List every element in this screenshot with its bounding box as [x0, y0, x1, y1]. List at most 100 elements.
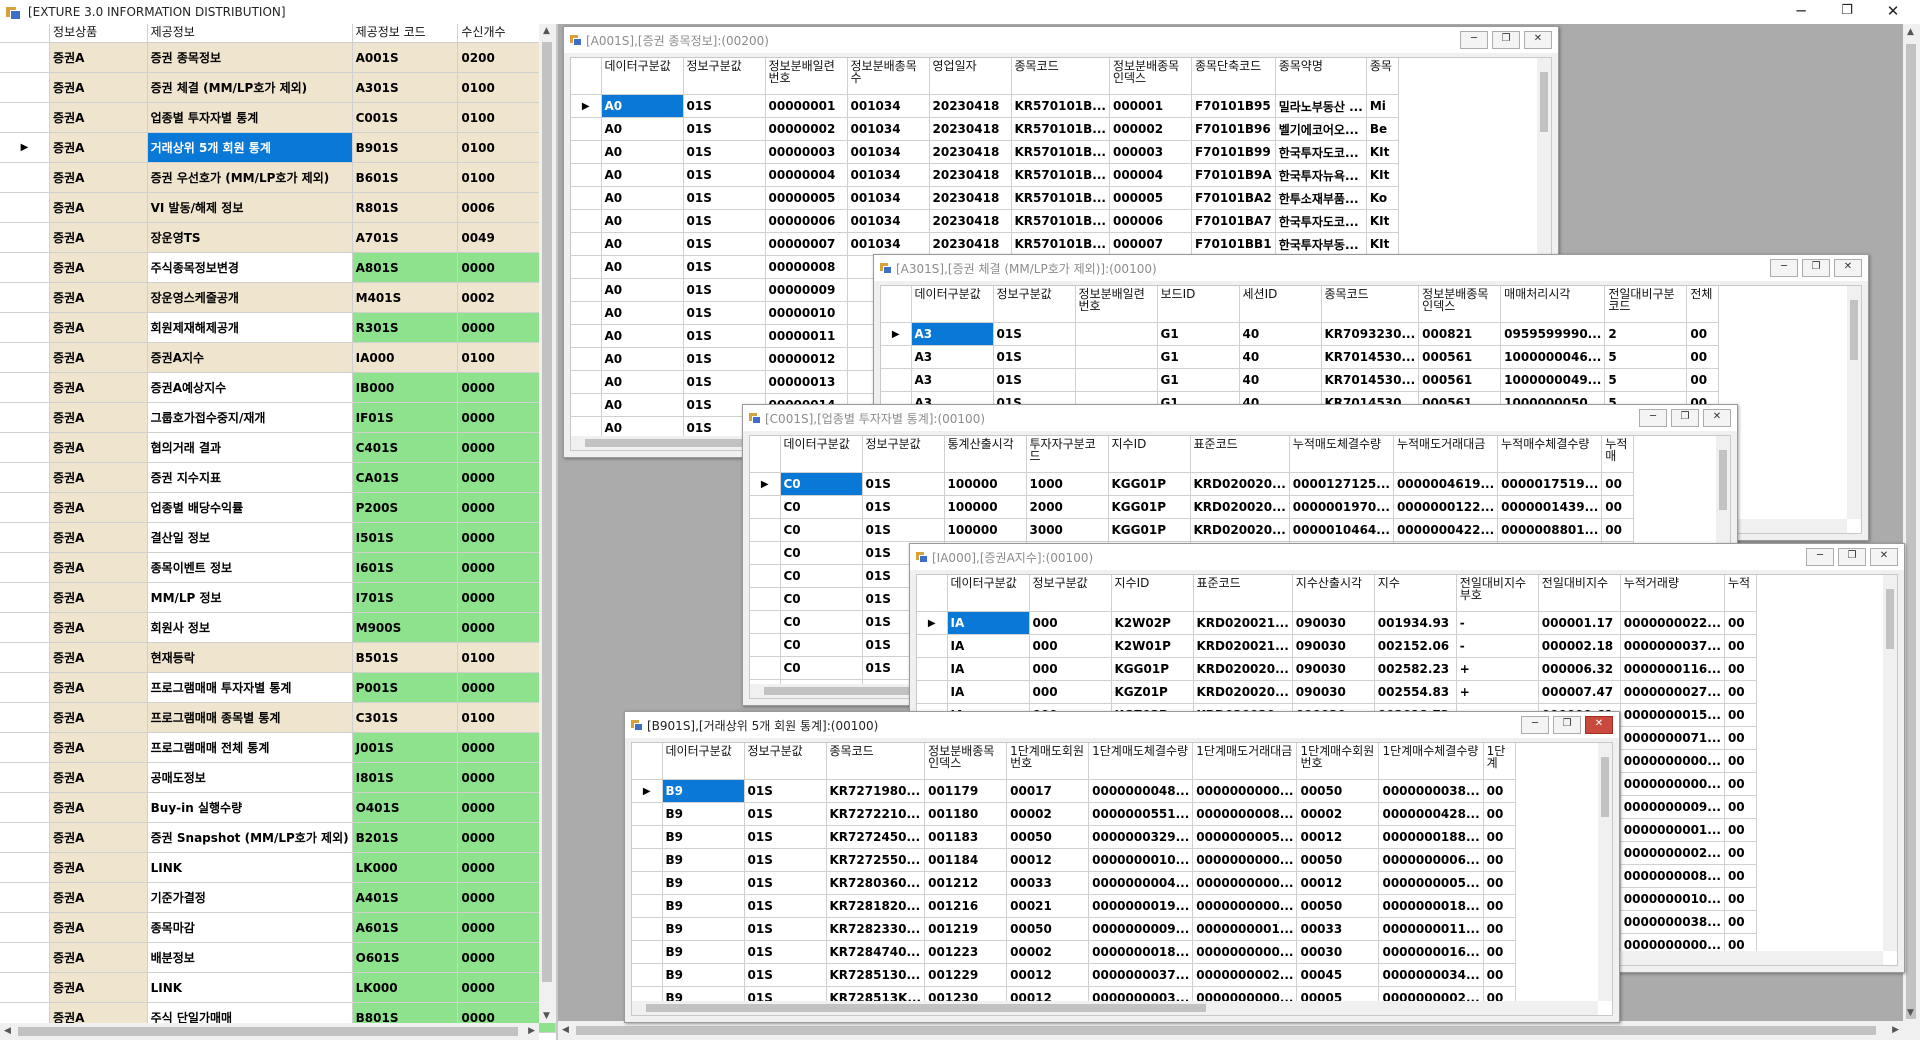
column-header[interactable]: 세션ID — [1239, 286, 1322, 323]
table-cell[interactable]: 0000000005... — [1378, 871, 1484, 895]
table-row[interactable]: A0 01S 00000003 001034 20230418 KR570101B... 0… — [571, 140, 1399, 164]
row-header[interactable] — [571, 370, 602, 394]
table-cell[interactable]: A0 — [601, 370, 684, 394]
table-cell[interactable]: B9 — [662, 940, 745, 964]
table-cell[interactable]: 0000000116... — [1620, 657, 1725, 681]
table-cell[interactable]: B9 — [662, 848, 745, 872]
table-cell[interactable]: 00 — [1483, 871, 1516, 895]
table-row[interactable]: ▶ A3 01S G1 40 KR7093230... 000821 0959599990..… — [881, 322, 1720, 346]
table-cell[interactable]: 01S — [683, 94, 766, 118]
table-cell[interactable]: KR570101B... — [1011, 117, 1110, 141]
column-header[interactable]: 표준코드 — [1193, 575, 1293, 612]
table-cell[interactable]: A0 — [601, 94, 684, 118]
table-cell[interactable]: 001034 — [847, 117, 930, 141]
table-cell[interactable]: 001034 — [847, 209, 930, 233]
row-header[interactable] — [0, 612, 51, 643]
table-cell[interactable]: 001034 — [847, 140, 930, 164]
table-cell[interactable]: B9 — [662, 894, 745, 918]
row-header[interactable]: ▶ — [632, 779, 663, 803]
row-header[interactable] — [571, 278, 602, 302]
table-row[interactable]: ▶ 증권A 거래상위 5개 회원 통계 B901S 0100 — [0, 132, 556, 163]
table-cell[interactable]: A0 — [601, 209, 684, 233]
table-cell[interactable]: 0000000037... — [1088, 963, 1194, 987]
table-cell[interactable]: A0 — [601, 278, 684, 302]
table-cell[interactable]: KR7271980... — [826, 779, 926, 803]
row-header[interactable] — [0, 672, 51, 703]
table-cell[interactable]: 00 — [1483, 917, 1516, 941]
table-cell[interactable]: - — [1456, 634, 1539, 658]
table-cell[interactable]: 결산일 정보 — [147, 522, 353, 553]
table-cell[interactable]: IA — [947, 611, 1030, 635]
table-cell[interactable]: KRD020020... — [1193, 657, 1293, 681]
column-header[interactable]: 제공정보 코드 — [352, 24, 459, 43]
table-cell[interactable]: 40 — [1239, 345, 1322, 369]
table-cell[interactable]: C0 — [780, 495, 863, 519]
table-cell[interactable]: 증권A — [49, 852, 148, 883]
table-cell[interactable]: 00 — [1724, 887, 1757, 911]
table-cell[interactable]: 001183 — [924, 825, 1008, 849]
row-header[interactable] — [0, 522, 51, 553]
table-cell[interactable]: 0000000002... — [1620, 841, 1725, 865]
table-cell[interactable]: 20230418 — [929, 94, 1012, 118]
table-cell[interactable]: 00033 — [1296, 917, 1380, 941]
table-cell[interactable]: B501S — [352, 642, 459, 673]
table-cell[interactable]: 증권A — [49, 72, 148, 103]
column-header[interactable]: 지수 — [1374, 575, 1457, 612]
table-cell[interactable]: B9 — [662, 802, 745, 826]
table-cell[interactable]: 000821 — [1418, 322, 1502, 346]
table-cell[interactable]: 0000000048... — [1088, 779, 1194, 803]
table-row[interactable]: ▶ IA 000 K2W02P KRD020021... 090030 001934.93-… — [917, 611, 1757, 635]
table-cell[interactable]: 00012 — [1296, 825, 1380, 849]
table-cell[interactable]: Be — [1366, 117, 1399, 141]
table-cell[interactable]: 090030 — [1292, 657, 1375, 681]
table-cell[interactable]: 배분정보 — [147, 942, 353, 973]
column-header[interactable]: 지수산출시각 — [1292, 575, 1375, 612]
window-minimize-button[interactable]: ─ — [1770, 259, 1798, 277]
table-cell[interactable]: 00000010 — [765, 301, 848, 325]
table-row[interactable]: 증권A 회원제재해제공개 R301S 0000 — [0, 312, 556, 343]
table-cell[interactable]: 00 — [1601, 495, 1635, 519]
row-header[interactable] — [0, 492, 51, 523]
row-header[interactable] — [0, 372, 51, 403]
table-cell[interactable]: 0000000008... — [1620, 864, 1725, 888]
table-cell[interactable]: 증권A — [49, 462, 148, 493]
column-header[interactable]: 데이터구분값 — [601, 58, 684, 95]
table-cell[interactable]: 000006 — [1109, 209, 1192, 233]
table-cell[interactable]: 01S — [744, 894, 827, 918]
table-cell[interactable]: 01S — [683, 163, 766, 187]
window-restore-button[interactable]: ❐ — [1553, 716, 1581, 734]
table-cell[interactable]: 01S — [683, 232, 766, 256]
table-cell[interactable]: 00 — [1724, 726, 1757, 750]
table-cell[interactable]: 000004 — [1109, 163, 1192, 187]
window-title-bar[interactable]: [A001S],[증권 종목정보]:(00200) ─ ❐ ✕ — [564, 27, 1558, 53]
table-row[interactable]: B9 01S KR7285130... 001229 00012 0000000037..… — [632, 963, 1516, 987]
column-header[interactable]: 투자자구분코드 — [1026, 436, 1109, 473]
table-row[interactable]: 증권A 증권A지수 IA000 0100 — [0, 342, 556, 373]
row-header[interactable] — [571, 117, 602, 141]
table-cell[interactable]: 0000000000... — [1192, 894, 1298, 918]
table-cell[interactable]: 01S — [993, 322, 1076, 346]
column-header[interactable]: 전일대비지수부호 — [1456, 575, 1539, 612]
table-cell[interactable]: 00000011 — [765, 324, 848, 348]
table-cell[interactable]: KR7285130... — [826, 963, 926, 987]
table-cell[interactable]: 1000000046... — [1500, 345, 1606, 369]
table-cell[interactable]: 00000005 — [765, 186, 848, 210]
column-header[interactable]: 지수ID — [1111, 575, 1194, 612]
row-header[interactable] — [0, 402, 51, 433]
table-cell[interactable]: 000006.32 — [1538, 657, 1621, 681]
table-cell[interactable]: 01S — [683, 209, 766, 233]
row-header[interactable] — [0, 342, 51, 373]
grid-vertical-scrollbar[interactable] — [1883, 575, 1897, 951]
column-header[interactable]: 누적 — [1724, 575, 1757, 612]
column-header[interactable]: 종목코드 — [1321, 286, 1420, 323]
table-row[interactable]: ▶ B9 01S KR7271980... 001179 00017 0000000048.… — [632, 779, 1516, 803]
table-cell[interactable]: A3 — [911, 345, 994, 369]
row-header[interactable]: ▶ — [0, 132, 51, 163]
table-row[interactable]: A0 01S 00000006 001034 20230418 KR570101B... 0… — [571, 209, 1399, 233]
table-cell[interactable]: A3 — [911, 322, 994, 346]
table-cell[interactable]: 00 — [1483, 963, 1516, 987]
grid-vertical-scroll-thumb[interactable] — [1886, 589, 1894, 649]
column-header[interactable]: 데이터구분값 — [947, 575, 1030, 612]
table-cell[interactable]: 0000001439... — [1497, 495, 1603, 519]
table-cell[interactable]: 0000000001... — [1192, 917, 1298, 941]
